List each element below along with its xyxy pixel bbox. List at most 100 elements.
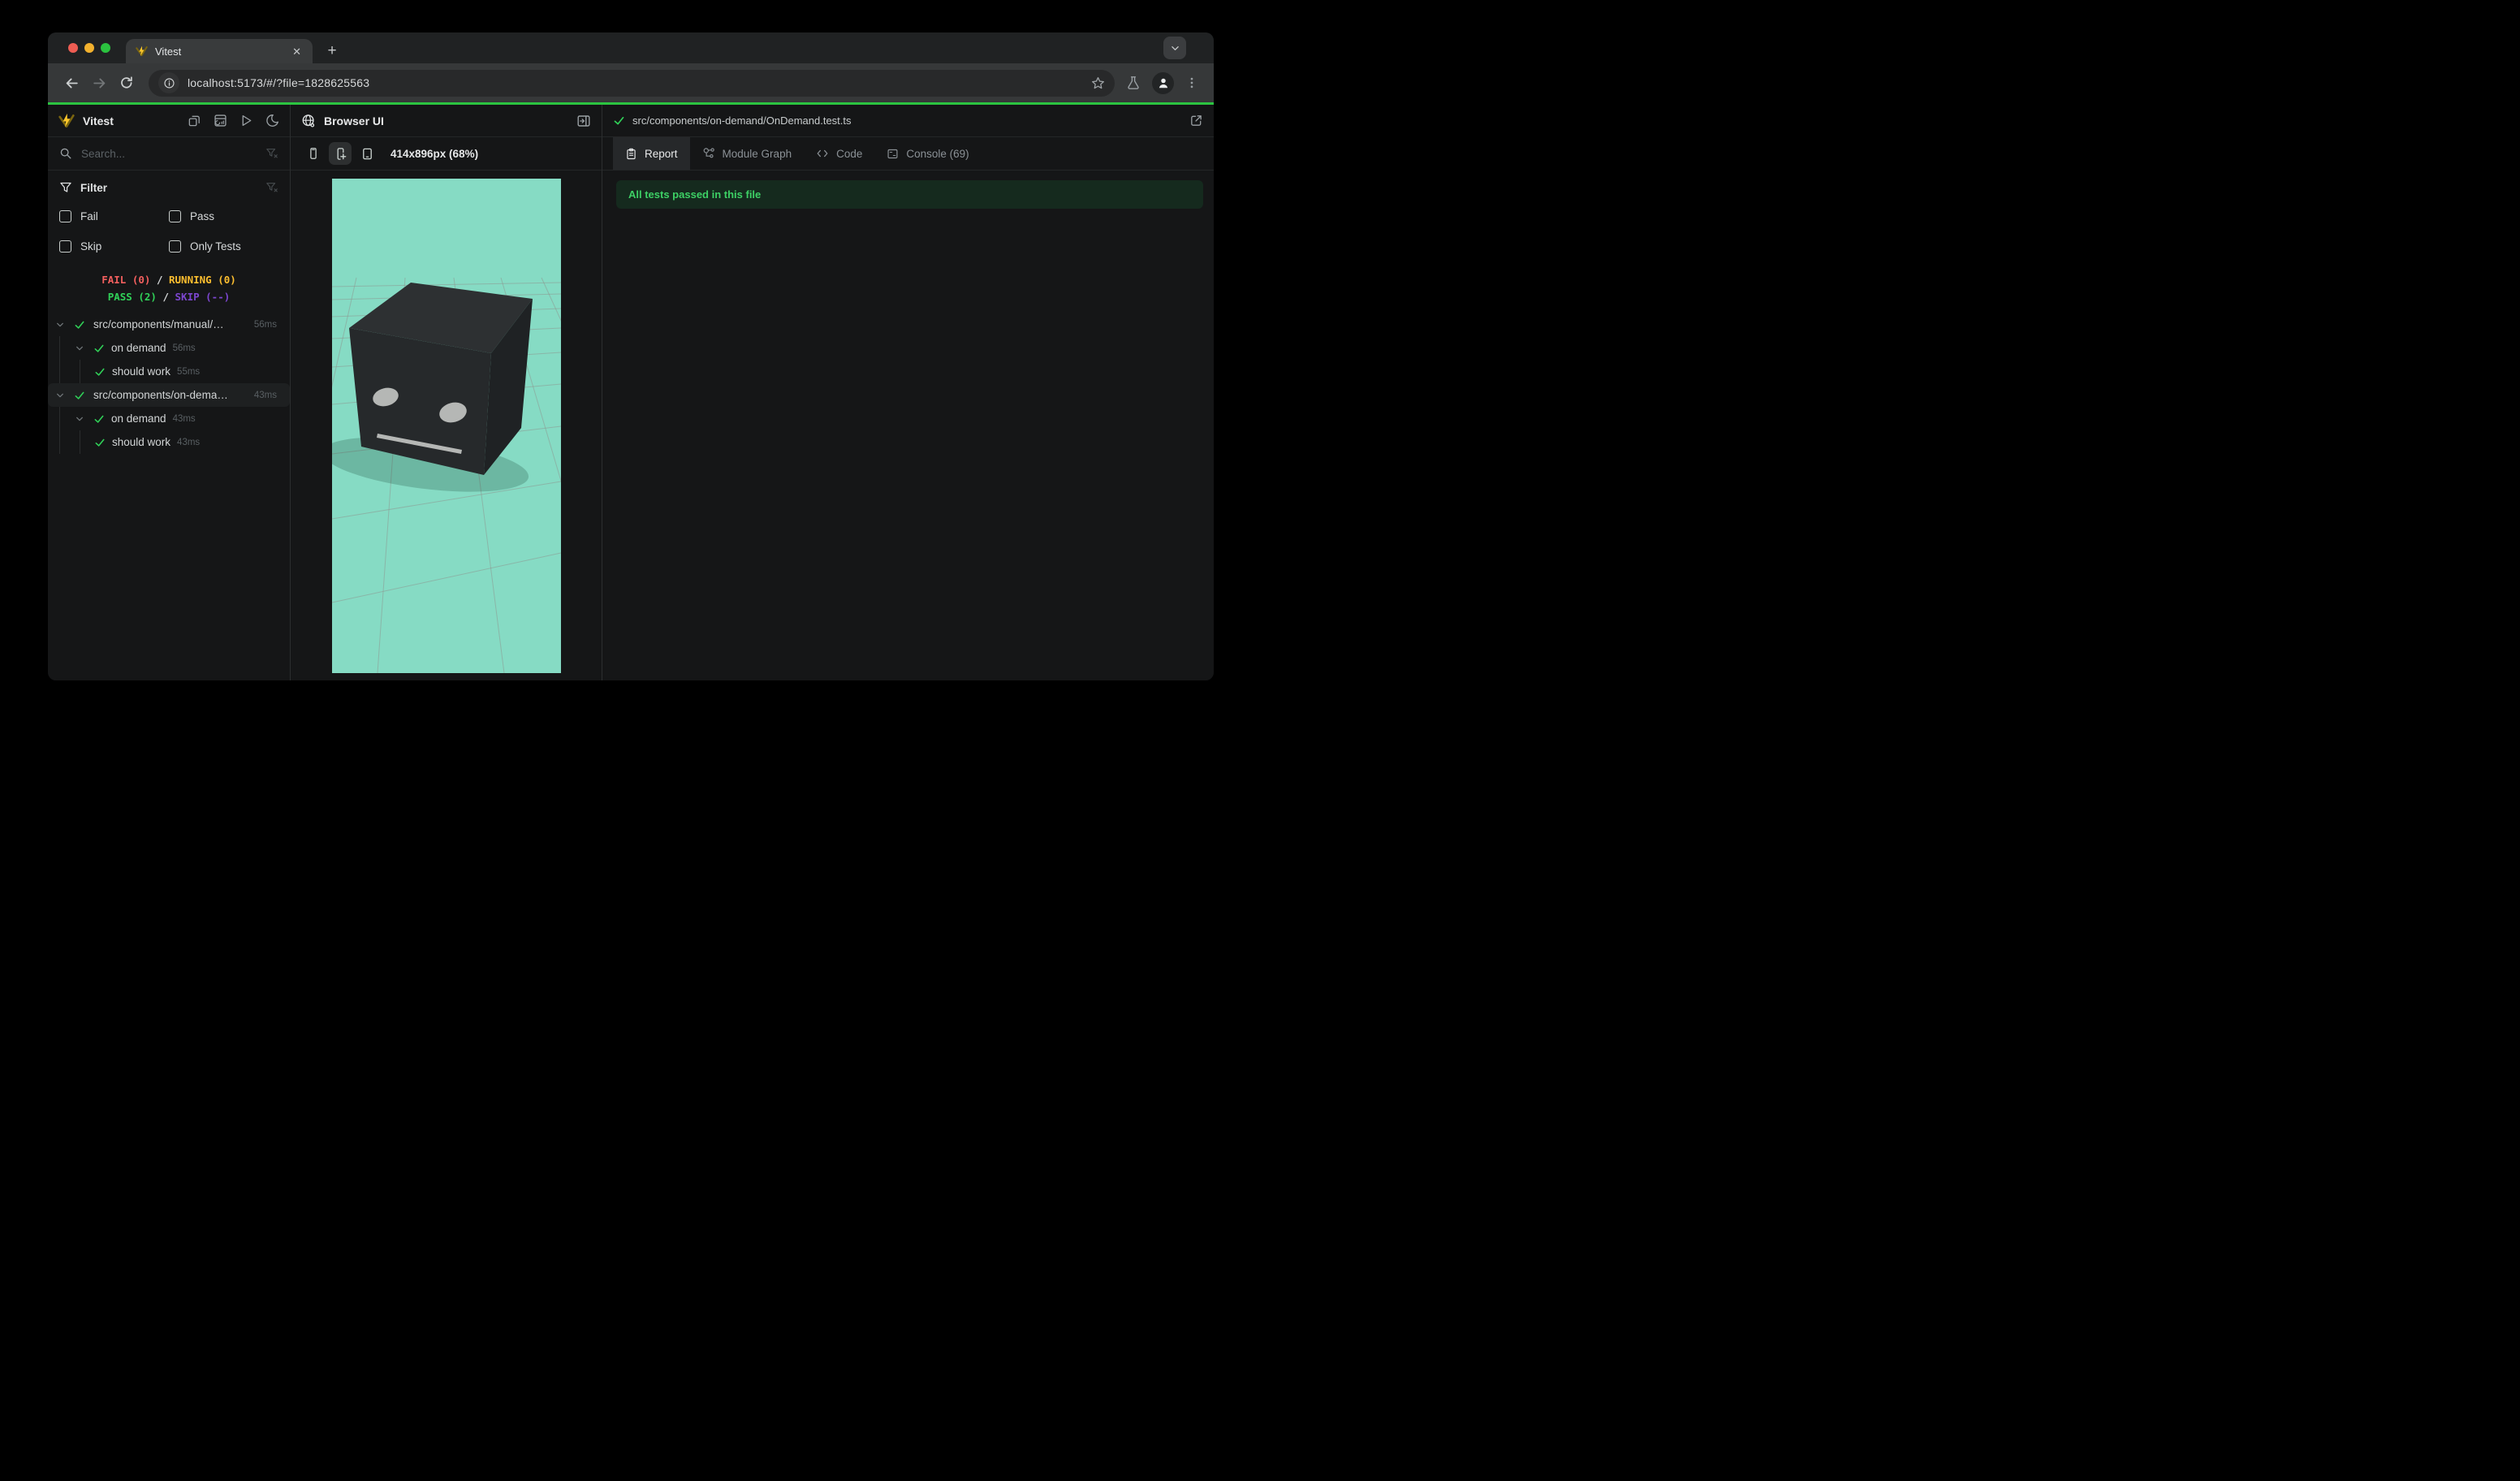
test-suite-row[interactable]: on demand 43ms xyxy=(60,407,290,430)
pass-check-icon xyxy=(94,366,106,378)
file-pass-check-icon xyxy=(613,114,625,127)
tab-title: Vitest xyxy=(155,45,182,58)
filter-funnel-icon xyxy=(59,181,72,194)
device-phone-plus-button[interactable] xyxy=(329,142,352,165)
chevron-down-icon[interactable] xyxy=(55,320,65,330)
browser-tab-vitest[interactable]: Vitest ✕ xyxy=(126,39,313,63)
robot-cube xyxy=(348,283,533,475)
pass-checkbox[interactable] xyxy=(169,209,181,222)
reload-icon[interactable] xyxy=(113,69,140,97)
pass-check-icon xyxy=(94,437,106,448)
test-case-row[interactable]: should work 43ms xyxy=(80,430,290,454)
back-icon[interactable] xyxy=(58,69,85,97)
test-file-row[interactable]: src/components/manual/… 56ms xyxy=(48,313,290,336)
duration: 56ms xyxy=(253,319,277,330)
url-bar[interactable]: localhost:5173/#/?file=1828625563 xyxy=(149,69,1115,97)
toolbar-right-icons xyxy=(1126,71,1198,94)
pass-check-icon xyxy=(74,390,85,401)
experiments-flask-icon[interactable] xyxy=(1126,76,1141,90)
vitest-favicon xyxy=(136,45,148,58)
test-tree: src/components/manual/… 56ms on demand 5… xyxy=(48,313,290,454)
open-external-icon[interactable] xyxy=(1189,114,1203,127)
new-tab-button[interactable]: + xyxy=(321,40,343,63)
duration: 56ms xyxy=(172,343,196,353)
duration: 43ms xyxy=(172,413,196,424)
chevron-down-icon[interactable] xyxy=(75,343,84,353)
pass-check-icon xyxy=(93,413,105,425)
console-icon xyxy=(887,148,899,160)
all-tests-passed-banner: All tests passed in this file xyxy=(616,180,1203,209)
test-file-path: src/components/on-demand/OnDemand.test.t… xyxy=(632,114,852,127)
tab-strip: Vitest ✕ + xyxy=(48,32,1214,63)
app-name: Vitest xyxy=(83,114,114,127)
dark-mode-moon-icon[interactable] xyxy=(265,114,279,127)
viewport-resolution[interactable]: 414x896px (68%) xyxy=(391,148,478,160)
site-info-icon[interactable] xyxy=(158,72,179,93)
duration: 43ms xyxy=(253,390,277,400)
pass-check-icon xyxy=(93,343,105,354)
tab-console[interactable]: Console (69) xyxy=(874,137,981,170)
tab-close-icon[interactable]: ✕ xyxy=(291,45,303,58)
browser-toolbar: localhost:5173/#/?file=1828625563 xyxy=(48,63,1214,102)
module-graph-icon xyxy=(702,147,715,160)
tab-report[interactable]: Report xyxy=(613,137,690,170)
vitest-logo-icon xyxy=(58,113,75,129)
traffic-lights xyxy=(68,43,110,53)
filter-section: Filter Fail Pass Skip Only Tests xyxy=(48,171,290,260)
device-phone-small-button[interactable] xyxy=(302,142,325,165)
clear-search-filter-icon[interactable] xyxy=(265,147,278,160)
suite-label: on demand xyxy=(111,412,166,425)
report-tabs: Report Module Graph Code Console (69) xyxy=(602,137,1214,171)
bookmark-star-icon[interactable] xyxy=(1091,76,1105,90)
duration: 55ms xyxy=(177,366,201,377)
tested-app-viewport[interactable] xyxy=(331,179,561,673)
tab-search-chevron-button[interactable] xyxy=(1163,37,1186,59)
filter-option-pass[interactable]: Pass xyxy=(169,204,278,228)
only-tests-checkbox[interactable] xyxy=(169,240,181,253)
chevron-down-icon[interactable] xyxy=(55,391,65,400)
file-label: src/components/manual/… xyxy=(93,318,224,330)
minimize-window-button[interactable] xyxy=(84,43,94,53)
report-panel: src/components/on-demand/OnDemand.test.t… xyxy=(602,105,1214,680)
skip-checkbox[interactable] xyxy=(59,240,71,253)
browser-window: Vitest ✕ + localhost:5173/#/?file=182862… xyxy=(48,32,1214,680)
dock-panel-right-icon[interactable] xyxy=(576,114,591,128)
browser-ui-panel: Browser UI 414x896px (68%) xyxy=(291,105,602,680)
filter-title: Filter xyxy=(80,181,108,194)
test-label: should work xyxy=(112,436,171,448)
fullscreen-window-button[interactable] xyxy=(101,43,110,53)
test-suite-row[interactable]: on demand 56ms xyxy=(60,336,290,360)
run-all-icon[interactable] xyxy=(239,114,253,127)
test-case-row[interactable]: should work 55ms xyxy=(80,360,290,383)
forward-icon[interactable] xyxy=(85,69,113,97)
pass-check-icon xyxy=(74,319,85,330)
search-input[interactable] xyxy=(81,147,265,160)
close-window-button[interactable] xyxy=(68,43,78,53)
clear-filter-icon[interactable] xyxy=(265,181,278,194)
filter-option-fail[interactable]: Fail xyxy=(59,204,169,228)
file-label: src/components/on-dema… xyxy=(93,389,228,401)
filter-option-only-tests[interactable]: Only Tests xyxy=(169,234,278,258)
suite-label: on demand xyxy=(111,342,166,354)
tab-code[interactable]: Code xyxy=(804,137,874,170)
filter-option-skip[interactable]: Skip xyxy=(59,234,169,258)
menu-dots-icon[interactable] xyxy=(1185,76,1198,89)
report-content: All tests passed in this file xyxy=(602,171,1214,209)
dashboard-icon[interactable] xyxy=(214,114,227,127)
browser-panel-title: Browser UI xyxy=(324,114,384,127)
vitest-ui: Vitest Search... Filter Fail Pass Skip O… xyxy=(48,105,1214,680)
test-file-row-selected[interactable]: src/components/on-dema… 43ms xyxy=(48,383,290,407)
url-text[interactable]: localhost:5173/#/?file=1828625563 xyxy=(188,76,1083,89)
fail-checkbox[interactable] xyxy=(59,209,71,222)
tab-module-graph[interactable]: Module Graph xyxy=(690,137,805,170)
test-stats: FAIL (0) / RUNNING (0) PASS (2) / SKIP (… xyxy=(101,274,236,303)
clipboard-icon xyxy=(625,148,637,160)
globe-icon xyxy=(301,114,316,128)
chevron-down-icon[interactable] xyxy=(75,414,84,424)
code-icon xyxy=(816,147,829,160)
search-icon xyxy=(59,147,72,160)
device-tablet-button[interactable] xyxy=(356,142,378,165)
test-label: should work xyxy=(112,365,171,378)
profile-avatar[interactable] xyxy=(1152,71,1174,94)
collapse-all-icon[interactable] xyxy=(188,114,201,127)
